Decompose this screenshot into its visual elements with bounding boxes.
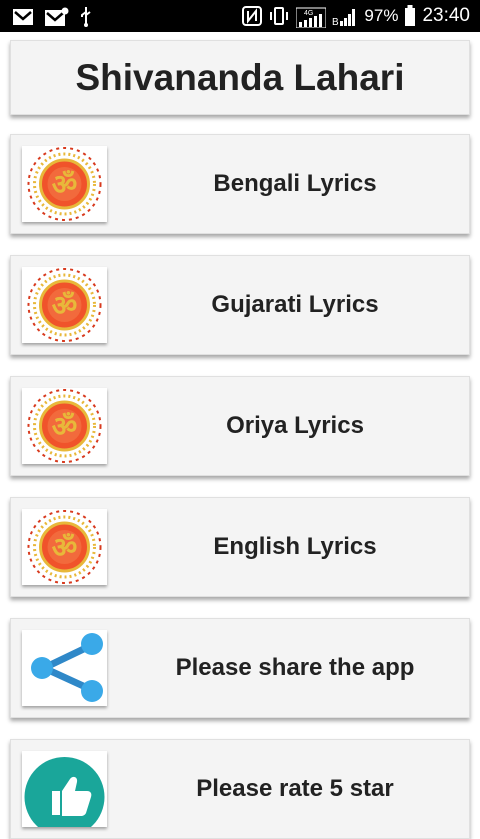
svg-text:ॐ: ॐ (52, 168, 78, 201)
om-icon: ॐ (22, 146, 107, 222)
signal-icon: B (332, 9, 356, 27)
menu-item-gujarati-lyrics[interactable]: ॐ Gujarati Lyrics (10, 255, 470, 355)
om-icon: ॐ (22, 388, 107, 464)
thumbs-up-icon (22, 751, 107, 827)
menu-item-label: Oriya Lyrics (226, 412, 364, 439)
mail-icon (45, 7, 69, 26)
menu-item-label: Please share the app (175, 654, 415, 681)
menu-item-label: English Lyrics (213, 533, 377, 560)
om-icon: ॐ (22, 509, 107, 585)
network-type-label: 4G (304, 10, 313, 17)
vibrate-icon (270, 7, 289, 25)
share-icon (22, 630, 107, 706)
signal-icon: 4G (296, 7, 327, 28)
menu-item-label: Please rate 5 star (196, 775, 394, 802)
menu-item-label: Bengali Lyrics (213, 170, 377, 197)
app-title-card: Shivananda Lahari (10, 40, 470, 115)
rate-app-button[interactable]: Please rate 5 star (10, 739, 470, 839)
svg-text:ॐ: ॐ (52, 289, 78, 322)
clock-time: 23:40 (422, 5, 470, 26)
mail-icon (13, 9, 33, 25)
share-app-button[interactable]: Please share the app (10, 618, 470, 718)
menu-item-bengali-lyrics[interactable]: ॐ Bengali Lyrics (10, 134, 470, 234)
menu-item-english-lyrics[interactable]: ॐ English Lyrics (10, 497, 470, 597)
svg-text:ॐ: ॐ (52, 410, 78, 443)
status-bar: 4G B 97% 23:40 (0, 0, 480, 32)
svg-text:B: B (332, 17, 339, 27)
battery-percent: 97% (364, 6, 399, 25)
usb-icon (81, 7, 91, 27)
battery-icon (405, 5, 416, 26)
nfc-icon (242, 6, 263, 26)
page-title: Shivananda Lahari (75, 56, 405, 98)
om-icon: ॐ (22, 267, 107, 343)
svg-text:ॐ: ॐ (52, 531, 78, 564)
menu-item-oriya-lyrics[interactable]: ॐ Oriya Lyrics (10, 376, 470, 476)
menu-item-label: Gujarati Lyrics (211, 291, 379, 318)
